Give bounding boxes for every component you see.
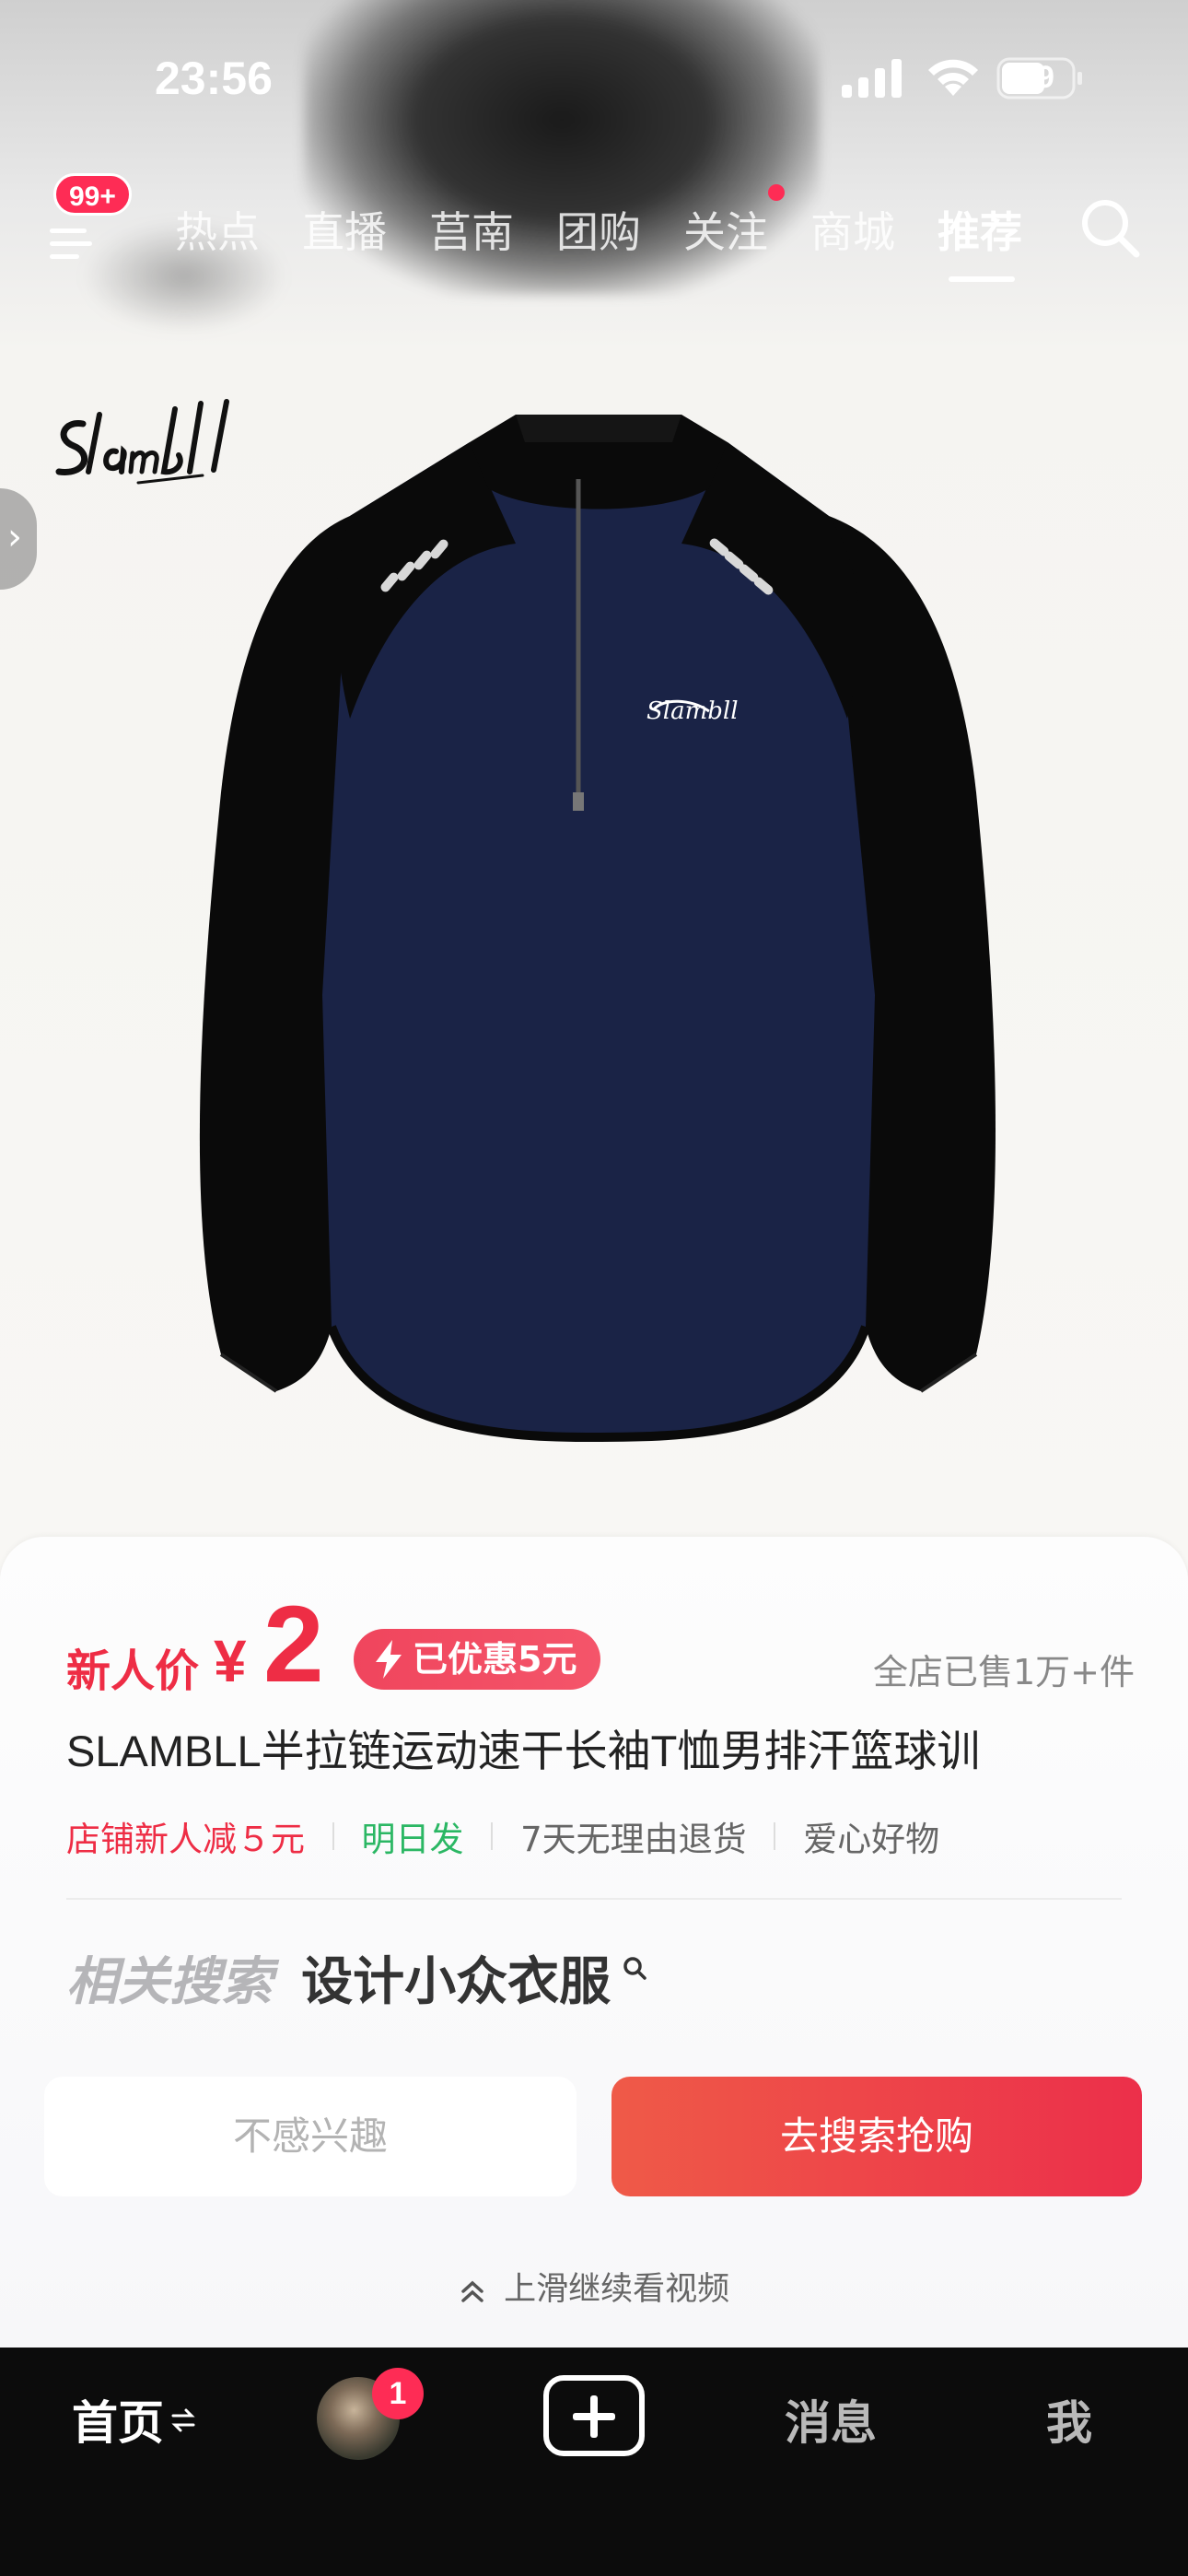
- create-button[interactable]: [543, 2375, 645, 2456]
- price-label: 新人价: [66, 1645, 200, 1697]
- side-panel-handle[interactable]: ›: [0, 488, 37, 590]
- search-buy-button[interactable]: 去搜索抢购: [611, 2077, 1142, 2196]
- price-symbol: ¥: [214, 1628, 247, 1694]
- plus-icon: [573, 2395, 615, 2438]
- divider: [66, 1898, 1122, 1900]
- tab-messages[interactable]: 消息: [785, 2386, 877, 2460]
- active-tab-indicator: [949, 276, 1015, 282]
- avatar-badge: 1: [372, 2368, 424, 2419]
- following-dot: [768, 184, 785, 201]
- product-tags: 店铺新人减５元 明日发 7天无理由退货 爱心好物: [66, 1811, 939, 1861]
- tag-divider: [774, 1822, 776, 1850]
- sold-count: 全店已售1万+件: [872, 1652, 1135, 1692]
- related-search-label: 相关搜索: [66, 1952, 273, 2012]
- tag-divider: [332, 1822, 334, 1850]
- product-shirt-image: Slambll: [166, 405, 1031, 1459]
- product-title[interactable]: SLAMBLL半拉链运动速干长袖T恤男排汗篮球训: [66, 1715, 1135, 1779]
- lightning-icon: [376, 1640, 402, 1679]
- tab-group-buy[interactable]: 团购: [556, 195, 641, 269]
- search-icon: [1082, 200, 1140, 258]
- tab-following[interactable]: 关注: [683, 195, 768, 269]
- tab-live[interactable]: 直播: [302, 195, 387, 269]
- wifi-icon: [925, 55, 982, 101]
- status-bar: 23:56 59: [0, 0, 1188, 157]
- tag-divider: [491, 1822, 494, 1850]
- menu-badge: 99+: [53, 173, 132, 216]
- bottom-tab-bar: 首页 1 消息 我: [0, 2348, 1188, 2576]
- tab-local[interactable]: 莒南: [429, 195, 514, 269]
- double-chevron-up-icon: [461, 2280, 483, 2302]
- battery-level: 59: [1019, 60, 1054, 95]
- menu-icon: [50, 228, 92, 259]
- tag-charity: 爱心好物: [803, 1820, 940, 1859]
- chevron-right-icon: ›: [7, 516, 22, 558]
- tag-shop-discount: 店铺新人减５元: [66, 1820, 305, 1859]
- tab-me[interactable]: 我: [1046, 2386, 1092, 2460]
- tab-home[interactable]: 首页: [72, 2386, 164, 2460]
- price-value: 2: [263, 1584, 324, 1705]
- discount-badge: 已优惠5元: [354, 1629, 601, 1690]
- signal-icon: [842, 59, 904, 101]
- search-button[interactable]: [1077, 195, 1144, 265]
- swipe-hint: 上滑继续看视频: [0, 2263, 1188, 2310]
- related-search[interactable]: 相关搜索 设计小众衣服: [66, 1940, 646, 2014]
- not-interested-button[interactable]: 不感兴趣: [44, 2077, 577, 2196]
- search-icon: [623, 1956, 646, 1980]
- tab-hot[interactable]: 热点: [175, 195, 260, 269]
- tab-recommend[interactable]: 推荐: [938, 195, 1022, 269]
- svg-text:Slambll: Slambll: [646, 697, 739, 725]
- related-search-keyword[interactable]: 设计小众衣服: [301, 1940, 611, 2015]
- swipe-hint-text: 上滑继续看视频: [504, 2271, 730, 2308]
- discount-text: 已优惠5元: [413, 1639, 577, 1680]
- swap-icon: [171, 2408, 195, 2432]
- top-nav: 99+ 热点 直播 莒南 团购 关注 商城 推荐: [0, 173, 1188, 295]
- tag-returns: 7天无理由退货: [520, 1820, 747, 1859]
- status-time: 23:56: [155, 53, 273, 104]
- tag-shipping: 明日发: [361, 1820, 464, 1859]
- price-row: 新人价 ¥ 2 已优惠5元 全店已售1万+件: [66, 1590, 1135, 1699]
- tab-mall[interactable]: 商城: [810, 195, 895, 269]
